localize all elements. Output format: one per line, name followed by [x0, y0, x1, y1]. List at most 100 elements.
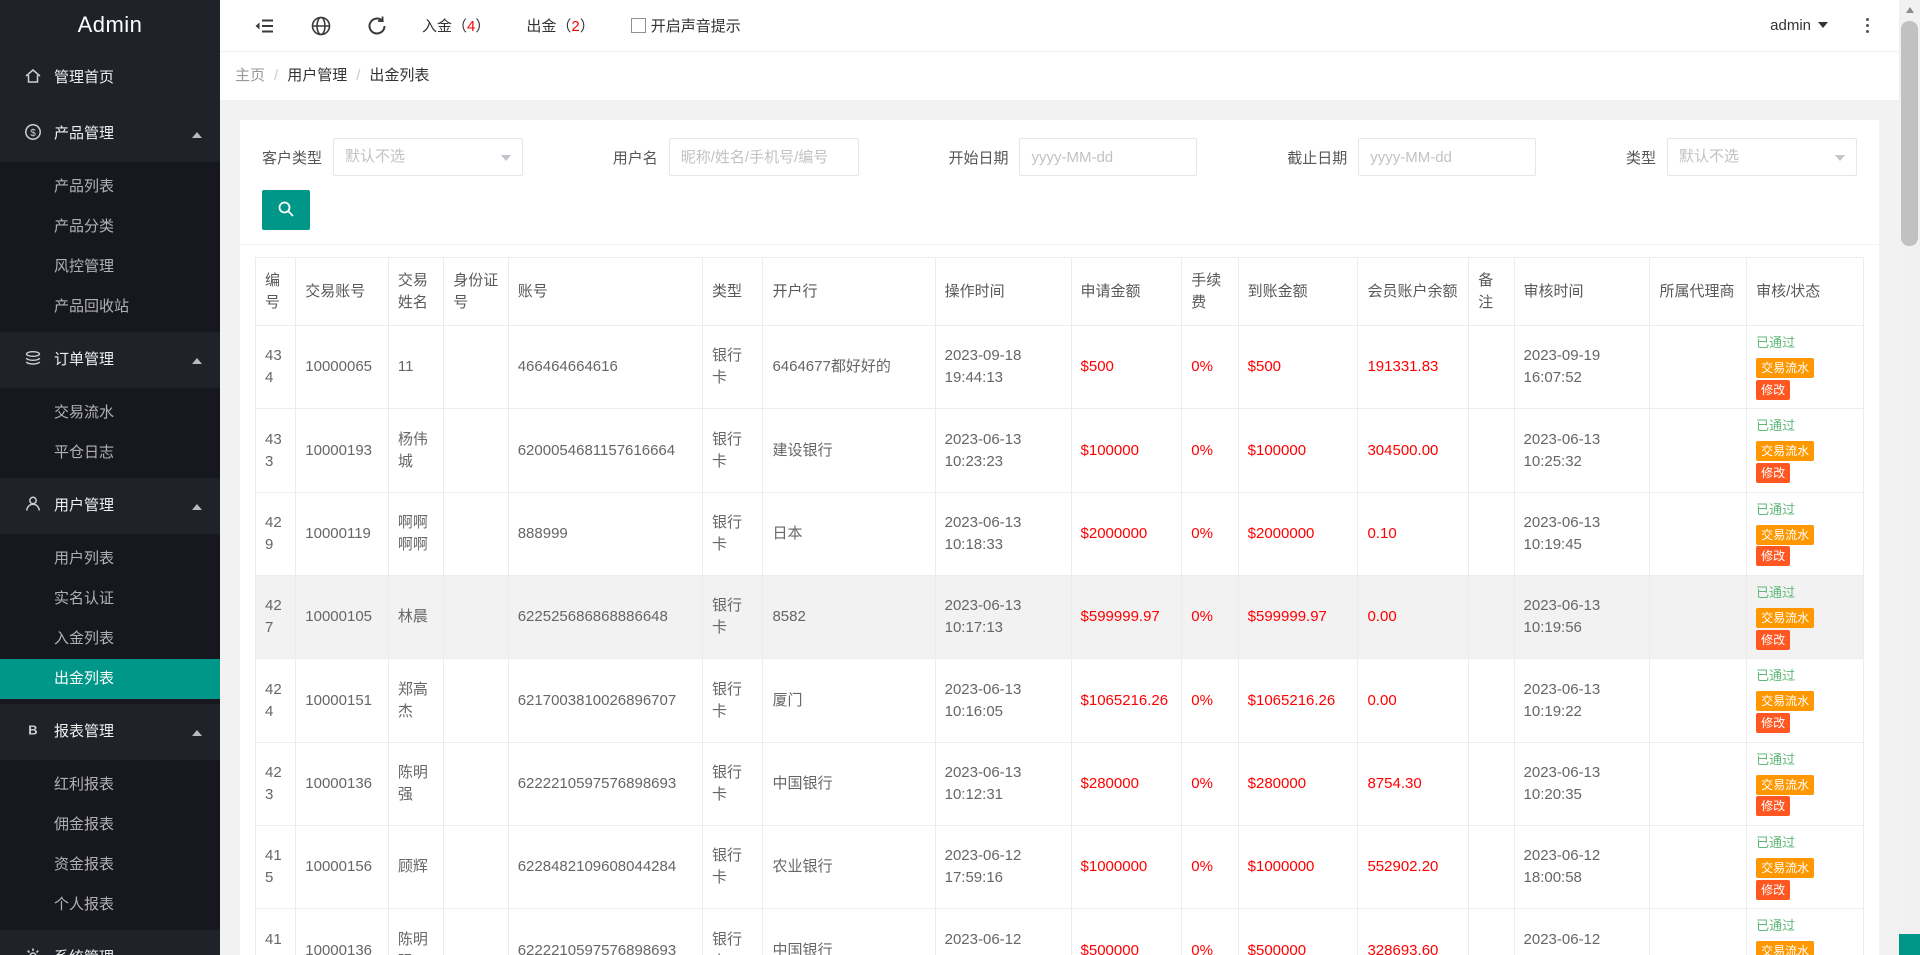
chevron-down-icon	[1835, 155, 1845, 161]
cell: $2000000	[1071, 492, 1182, 575]
sidebar-item-close-log[interactable]: 平仓日志	[0, 433, 220, 473]
edit-button[interactable]: 修改	[1756, 880, 1790, 900]
cell: 10000105	[296, 576, 389, 659]
trade-flow-button[interactable]: 交易流水	[1756, 941, 1814, 955]
sidebar-item-funds-report[interactable]: 资金报表	[0, 845, 220, 885]
sidebar-item-order[interactable]: 订单管理	[0, 332, 220, 388]
sidebar-item-risk-control[interactable]: 风控管理	[0, 247, 220, 287]
column-header-3: 身份证号	[444, 258, 508, 326]
submenu-product: 产品列表产品分类风控管理产品回收站	[0, 162, 220, 332]
cell: $1065216.26	[1071, 659, 1182, 742]
cell: 0%	[1182, 909, 1238, 955]
collapse-menu-icon[interactable]	[254, 15, 276, 37]
edit-button[interactable]: 修改	[1756, 630, 1790, 650]
sidebar-item-personal-report[interactable]: 个人报表	[0, 885, 220, 925]
edit-button[interactable]: 修改	[1756, 380, 1790, 400]
sidebar-item-product[interactable]: $产品管理	[0, 106, 220, 162]
sidebar-item-dividend-report[interactable]: 红利报表	[0, 765, 220, 805]
globe-icon[interactable]	[310, 15, 332, 37]
scrollbar-thumb[interactable]	[1901, 21, 1918, 246]
cell: 10000136	[296, 909, 389, 955]
withdraw-link[interactable]: 出金（2）	[526, 15, 594, 36]
user-icon	[24, 481, 42, 499]
cell: 2023-09-19 16:07:52	[1514, 326, 1650, 409]
search-button[interactable]	[262, 190, 310, 230]
cell: 银行卡	[703, 659, 763, 742]
table-row: 42910000119啊啊啊啊888999银行卡日本2023-06-13 10:…	[256, 492, 1864, 575]
edit-button[interactable]: 修改	[1756, 713, 1790, 733]
edit-button[interactable]: 修改	[1756, 796, 1790, 816]
cell: 2023-06-13 10:19:22	[1514, 659, 1650, 742]
chevron-up-icon	[192, 504, 202, 510]
deposit-link[interactable]: 入金（4）	[422, 15, 490, 36]
breadcrumb-item-0[interactable]: 主页	[235, 67, 265, 84]
cell: 424	[256, 659, 296, 742]
cell	[1650, 826, 1747, 909]
sound-alert-checkbox[interactable]: 开启声音提示	[631, 15, 741, 36]
trade-flow-button[interactable]: 交易流水	[1756, 441, 1814, 461]
cell: 8754.30	[1358, 742, 1469, 825]
edit-button[interactable]: 修改	[1756, 546, 1790, 566]
trade-flow-button[interactable]: 交易流水	[1756, 608, 1814, 628]
scrollbar-up-arrow[interactable]	[1899, 0, 1920, 19]
sidebar-item-deposit-list[interactable]: 入金列表	[0, 619, 220, 659]
sidebar-item-user[interactable]: 用户管理	[0, 478, 220, 534]
checkbox-box[interactable]	[631, 18, 646, 33]
start-date-input[interactable]	[1019, 138, 1197, 176]
home-icon	[24, 53, 42, 71]
sidebar-item-trade-flow[interactable]: 交易流水	[0, 393, 220, 433]
column-header-1: 交易账号	[296, 258, 389, 326]
cell: 2023-06-13 10:19:56	[1514, 576, 1650, 659]
sidebar-item-system[interactable]: 系统管理	[0, 930, 220, 955]
cell: $1000000	[1238, 826, 1358, 909]
trade-flow-button[interactable]: 交易流水	[1756, 691, 1814, 711]
status-cell: 已通过交易流水修改	[1747, 742, 1864, 825]
cell: 0%	[1182, 742, 1238, 825]
sidebar-item-commission-report[interactable]: 佣金报表	[0, 805, 220, 845]
sidebar-item-dashboard[interactable]: 管理首页	[0, 50, 220, 106]
sidebar-item-product-list[interactable]: 产品列表	[0, 167, 220, 207]
checkbox-label: 开启声音提示	[651, 15, 741, 36]
cell: 6222210597576898693	[508, 742, 702, 825]
cell: 434	[256, 326, 296, 409]
cell: 10000065	[296, 326, 389, 409]
sidebar-item-real-name-auth[interactable]: 实名认证	[0, 579, 220, 619]
cell: 2023-06-13 10:17:13	[935, 576, 1071, 659]
user-menu[interactable]: admin	[1770, 17, 1828, 34]
cell: 0%	[1182, 492, 1238, 575]
sidebar-item-withdraw-list[interactable]: 出金列表	[0, 659, 220, 699]
cell: 6228482109608044284	[508, 826, 702, 909]
status-badge: 已通过	[1756, 917, 1854, 936]
cell: 郑高杰	[388, 659, 443, 742]
sidebar-item-user-list[interactable]: 用户列表	[0, 539, 220, 579]
edit-button[interactable]: 修改	[1756, 463, 1790, 483]
sidebar-item-report[interactable]: B报表管理	[0, 704, 220, 760]
end-date-label: 截止日期	[1287, 147, 1347, 168]
scrollbar[interactable]	[1899, 0, 1920, 955]
sidebar-item-product-recycle[interactable]: 产品回收站	[0, 287, 220, 327]
column-header-14: 所属代理商	[1650, 258, 1747, 326]
cell: 中国银行	[763, 909, 935, 955]
trade-flow-button[interactable]: 交易流水	[1756, 775, 1814, 795]
topbar: 入金（4） 出金（2） 开启声音提示 admin	[220, 0, 1899, 52]
trade-flow-button[interactable]: 交易流水	[1756, 358, 1814, 378]
start-date-label: 开始日期	[948, 147, 1008, 168]
svg-text:B: B	[28, 723, 37, 738]
cell: 0.00	[1358, 659, 1469, 742]
cell: 427	[256, 576, 296, 659]
more-menu-icon[interactable]	[1862, 14, 1873, 37]
trade-flow-button[interactable]: 交易流水	[1756, 525, 1814, 545]
trade-flow-button[interactable]: 交易流水	[1756, 858, 1814, 878]
cell: 2023-06-13 10:20:35	[1514, 742, 1650, 825]
end-date-input[interactable]	[1358, 138, 1536, 176]
breadcrumb-item-1[interactable]: 用户管理	[287, 67, 347, 84]
sidebar-item-product-category[interactable]: 产品分类	[0, 207, 220, 247]
customer-type-select[interactable]: 默认不选	[333, 138, 523, 176]
type-select[interactable]: 默认不选	[1667, 138, 1857, 176]
cell: 银行卡	[703, 826, 763, 909]
refresh-icon[interactable]	[366, 15, 388, 37]
column-header-5: 类型	[703, 258, 763, 326]
submenu-user: 用户列表实名认证入金列表出金列表	[0, 534, 220, 704]
username-input[interactable]	[669, 138, 859, 176]
gear-icon	[24, 933, 42, 951]
